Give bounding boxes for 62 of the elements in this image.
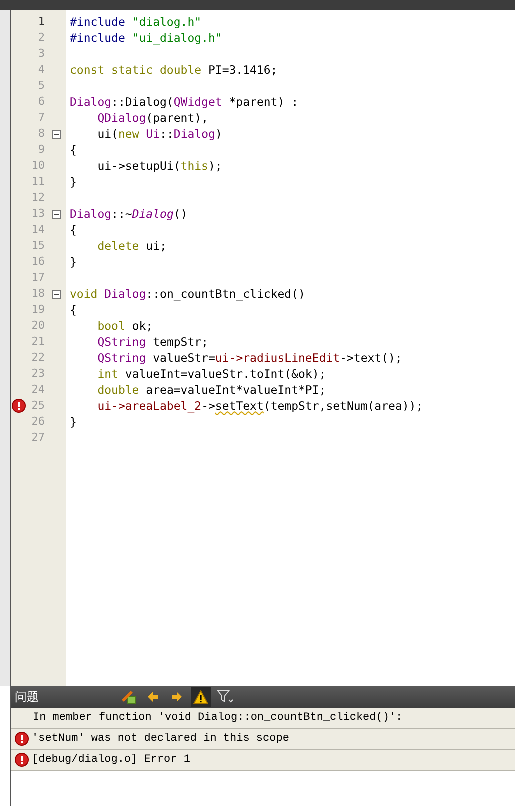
line-number: 21 <box>30 334 45 350</box>
code-line: QString valueStr=ui->radiusLineEdit->text(); <box>96 350 404 366</box>
line-number: 2 <box>37 30 45 46</box>
line-number: 16 <box>30 254 45 270</box>
code-line: Dialog::~Dialog() <box>70 206 189 222</box>
line-number: 17 <box>30 270 45 286</box>
code-line: { <box>70 142 78 158</box>
warning-icon[interactable] <box>191 687 211 707</box>
code-line: QDialog(parent), <box>96 110 210 126</box>
line-number: 19 <box>30 302 45 318</box>
code-line: #include "ui_dialog.h" <box>70 30 224 46</box>
line-number: 12 <box>30 190 45 206</box>
line-number: 27 <box>30 430 45 446</box>
fold-marker-icon[interactable] <box>52 130 61 138</box>
code-line: delete ui; <box>96 238 168 254</box>
problem-row[interactable]: [debug/dialog.o] Error 1 <box>11 750 515 771</box>
code-line: QString tempStr; <box>96 334 210 350</box>
problem-text: 'setNum' was not declared in this scope <box>32 733 290 745</box>
problem-row[interactable]: In member function 'void Dialog::on_countBtn_clicked()': <box>11 708 515 729</box>
panel-title: 问题 <box>14 688 40 706</box>
code-line: void Dialog::on_countBtn_clicked() <box>70 286 306 302</box>
code-line: int valueInt=valueStr.toInt(&ok); <box>96 366 328 382</box>
code-line: } <box>70 174 78 190</box>
code-line: bool ok; <box>96 318 154 334</box>
line-number: 9 <box>37 142 45 158</box>
code-line: ui(new Ui::Dialog) <box>96 126 224 142</box>
line-number: 25 <box>30 398 45 414</box>
line-number: 24 <box>30 382 45 398</box>
error-icon <box>15 753 29 767</box>
code-line: ui->setupUi(this); <box>96 158 224 174</box>
code-line: } <box>70 254 78 270</box>
line-number: 4 <box>37 62 45 78</box>
code-line: #include "dialog.h" <box>70 14 203 30</box>
fold-marker-icon[interactable] <box>52 210 61 218</box>
problem-text: In member function 'void Dialog::on_countBtn_clicked()': <box>32 712 403 724</box>
line-number: 18 <box>30 286 45 302</box>
line-number: 6 <box>37 94 45 110</box>
problem-row[interactable]: 'setNum' was not declared in this scope <box>11 729 515 750</box>
line-number: 15 <box>30 238 45 254</box>
line-number: 13 <box>30 206 45 222</box>
code-line: { <box>70 222 78 238</box>
error-icon <box>15 732 29 746</box>
line-number: 10 <box>30 158 45 174</box>
line-number: 23 <box>30 366 45 382</box>
line-number: 20 <box>30 318 45 334</box>
line-number: 22 <box>30 350 45 366</box>
line-number: 7 <box>37 110 45 126</box>
line-number: 1 <box>37 14 45 30</box>
code-line: const static double PI=3.1416; <box>70 62 279 78</box>
code-line: Dialog::Dialog(QWidget *parent) : <box>70 94 300 110</box>
line-number: 11 <box>30 174 45 190</box>
fold-marker-icon[interactable] <box>52 290 61 298</box>
line-number: 3 <box>37 46 45 62</box>
code-line: ui->areaLabel_2->setText(tempStr,setNum(area)); <box>96 398 424 414</box>
line-number: 5 <box>37 78 45 94</box>
line-number: 14 <box>30 222 45 238</box>
line-number: 8 <box>37 126 45 142</box>
code-line: { <box>70 302 78 318</box>
line-number: 26 <box>30 414 45 430</box>
code-line: } <box>70 414 78 430</box>
problem-text: [debug/dialog.o] Error 1 <box>32 754 190 766</box>
code-line: double area=valueInt*valueInt*PI; <box>96 382 328 398</box>
